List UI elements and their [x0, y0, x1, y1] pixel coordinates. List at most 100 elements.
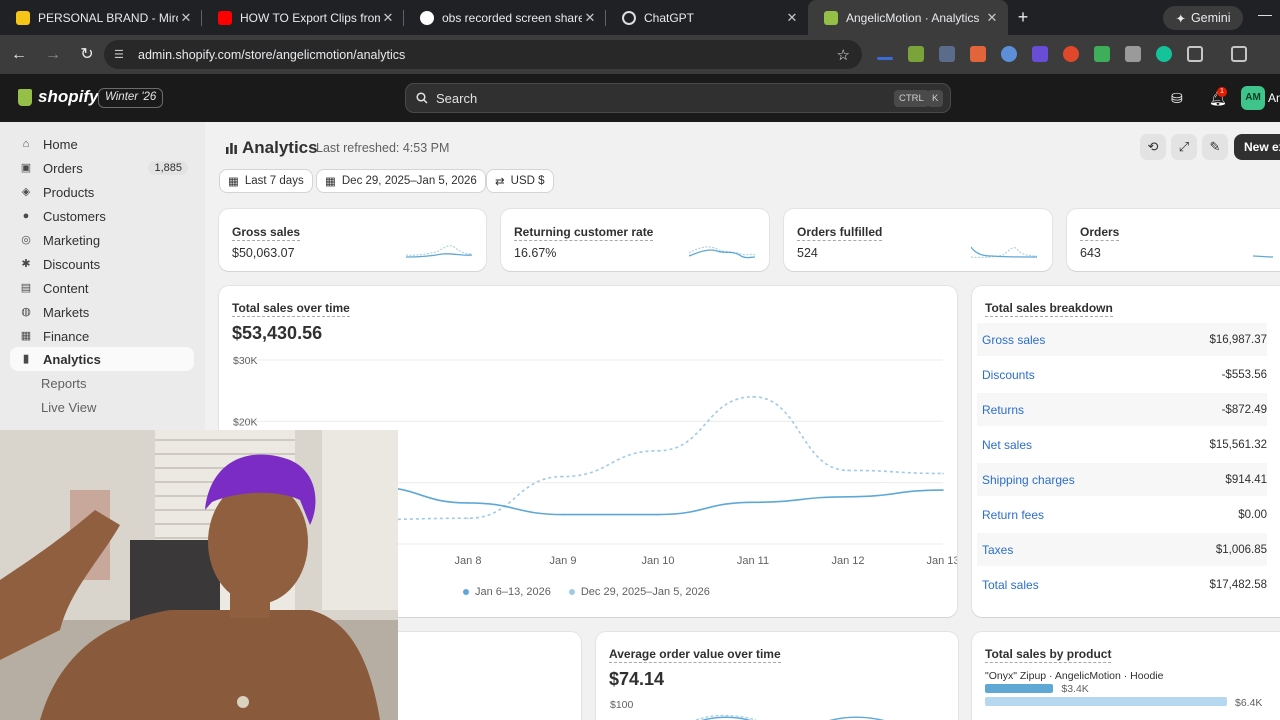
search-input[interactable]: Search CTRL K: [405, 83, 951, 113]
extension-icon[interactable]: [1094, 46, 1110, 62]
extension-icon[interactable]: [939, 46, 955, 62]
extension-icon[interactable]: [1125, 46, 1141, 62]
currency-filter[interactable]: ⇄ USD $: [486, 169, 554, 193]
gemini-button[interactable]: ✦ Gemini: [1163, 6, 1243, 30]
browser-tab[interactable]: PERSONAL BRAND - Miro ✕: [0, 0, 202, 35]
close-tab-icon[interactable]: ✕: [380, 10, 396, 26]
minimize-window-icon[interactable]: —: [1258, 6, 1272, 22]
data-point[interactable]: [752, 396, 754, 398]
site-info-icon[interactable]: ☰: [114, 48, 128, 61]
browser-tab-active[interactable]: AngelicMotion · Analytics · Shop ✕: [808, 0, 1008, 35]
bookmark-star-icon[interactable]: ☆: [837, 46, 850, 64]
data-point[interactable]: [467, 517, 469, 520]
comparison-filter[interactable]: ▦ Dec 29, 2025–Jan 5, 2026: [316, 169, 486, 193]
avatar[interactable]: AM: [1241, 86, 1265, 110]
by-product-title[interactable]: Total sales by product: [985, 647, 1112, 663]
metric-card-returning-rate[interactable]: Returning customer rate 16.67%: [501, 209, 769, 271]
store-switcher-icon[interactable]: ⛁: [1171, 90, 1183, 107]
refresh-icon[interactable]: ⟲: [1140, 134, 1166, 160]
breakdown-label[interactable]: Discounts: [982, 368, 1035, 382]
close-tab-icon[interactable]: ✕: [582, 10, 598, 26]
edition-badge[interactable]: Winter '26: [98, 88, 164, 108]
fullscreen-icon[interactable]: ⤢: [1171, 134, 1197, 160]
data-point[interactable]: [847, 495, 849, 498]
breakdown-row[interactable]: Return fees $0.00: [977, 498, 1267, 531]
legend-swatch: [463, 589, 469, 595]
address-bar[interactable]: ☰ admin.shopify.com/store/angelicmotion/…: [104, 40, 862, 69]
close-tab-icon[interactable]: ✕: [178, 10, 194, 26]
back-icon[interactable]: ←: [4, 40, 34, 70]
data-point[interactable]: [752, 501, 754, 504]
grammarly-icon[interactable]: [1156, 46, 1172, 62]
breakdown-label[interactable]: Return fees: [982, 508, 1044, 522]
breakdown-row[interactable]: Net sales $15,561.32: [977, 428, 1267, 461]
sidebar-item-live-view[interactable]: Live View: [10, 395, 194, 419]
product-bar-previous[interactable]: [985, 697, 1227, 706]
breakdown-row[interactable]: Taxes $1,006.85: [977, 533, 1267, 566]
sidebar-item-analytics[interactable]: ▮ Analytics: [10, 347, 194, 371]
forward-icon[interactable]: →: [38, 40, 68, 70]
data-point[interactable]: [467, 502, 469, 504]
close-tab-icon[interactable]: ✕: [784, 10, 800, 26]
account-name[interactable]: An: [1268, 91, 1280, 105]
breakdown-label[interactable]: Taxes: [982, 543, 1013, 557]
breakdown-label[interactable]: Returns: [982, 403, 1024, 417]
breakdown-row[interactable]: Returns -$872.49: [977, 393, 1267, 426]
close-tab-icon[interactable]: ✕: [984, 10, 1000, 26]
breakdown-label[interactable]: Net sales: [982, 438, 1032, 452]
product-bar-current[interactable]: [985, 684, 1054, 693]
data-point[interactable]: [657, 449, 659, 452]
extension-icon[interactable]: [877, 57, 893, 60]
analytics-icon: [226, 143, 237, 154]
metric-card-orders[interactable]: Orders 643: [1067, 209, 1280, 271]
data-point[interactable]: [847, 469, 849, 472]
metric-card-orders-fulfilled[interactable]: Orders fulfilled 524: [784, 209, 1052, 271]
breakdown-label[interactable]: Gross sales: [982, 333, 1045, 347]
extensions-puzzle-icon[interactable]: [1187, 46, 1203, 62]
breakdown-value: $914.41: [1225, 473, 1267, 486]
sidebar-item-content[interactable]: ▤ Content: [10, 276, 194, 300]
breakdown-row[interactable]: Discounts -$553.56: [977, 358, 1267, 391]
sidebar-item-finance[interactable]: ▦ Finance: [10, 324, 194, 348]
data-point[interactable]: [942, 472, 944, 475]
breakdown-row[interactable]: Gross sales $16,987.37: [977, 323, 1267, 356]
extension-icon[interactable]: [970, 46, 986, 62]
new-tab-button[interactable]: +: [1008, 0, 1038, 35]
data-point[interactable]: [562, 513, 564, 516]
breakdown-label[interactable]: Shipping charges: [982, 473, 1075, 487]
home-icon: ⌂: [22, 138, 30, 150]
side-panel-icon[interactable]: [1231, 46, 1247, 62]
browser-tab[interactable]: obs recorded screen share lagg ✕: [404, 0, 606, 35]
breakdown-row[interactable]: Shipping charges $914.41: [977, 463, 1267, 496]
legend-label: Dec 29, 2025–Jan 5, 2026: [580, 586, 710, 598]
orders-icon: ▣: [20, 162, 32, 174]
extension-icon[interactable]: [1032, 46, 1048, 62]
sidebar-item-products[interactable]: ◈ Products: [10, 180, 194, 204]
reload-icon[interactable]: ↻: [72, 40, 102, 70]
date-range-filter[interactable]: ▦ Last 7 days: [219, 169, 313, 193]
sidebar-item-orders[interactable]: ▣ Orders 1,885: [10, 156, 194, 180]
sidebar-item-marketing[interactable]: ◎ Marketing: [10, 228, 194, 252]
edit-icon[interactable]: ✎: [1202, 134, 1228, 160]
extension-icon[interactable]: [1001, 46, 1017, 62]
data-point[interactable]: [562, 475, 564, 478]
data-point[interactable]: [657, 513, 659, 516]
browser-tab[interactable]: ChatGPT ✕: [606, 0, 808, 35]
finance-icon: ▦: [20, 330, 32, 342]
breakdown-label[interactable]: Total sales: [982, 578, 1039, 592]
sidebar-item-discounts[interactable]: ✱ Discounts: [10, 252, 194, 276]
shopify-logo[interactable]: shopify: [18, 87, 98, 107]
breakdown-title[interactable]: Total sales breakdown: [985, 301, 1113, 317]
extension-icon[interactable]: [1063, 46, 1079, 62]
extension-icon[interactable]: [908, 46, 924, 62]
sidebar-item-label: Finance: [43, 328, 90, 344]
metric-card-gross-sales[interactable]: Gross sales $50,063.07: [219, 209, 486, 271]
sidebar-item-customers[interactable]: ● Customers: [10, 204, 194, 228]
sidebar-item-markets[interactable]: ◍ Markets: [10, 300, 194, 324]
new-exploration-button[interactable]: New ex: [1234, 134, 1280, 160]
sidebar-item-reports[interactable]: Reports: [10, 371, 194, 395]
breakdown-row[interactable]: Total sales $17,482.58: [977, 568, 1267, 601]
browser-tab[interactable]: HOW TO Export Clips from one ✕: [202, 0, 404, 35]
data-point[interactable]: [942, 489, 944, 491]
sidebar-item-home[interactable]: ⌂ Home: [10, 132, 194, 156]
